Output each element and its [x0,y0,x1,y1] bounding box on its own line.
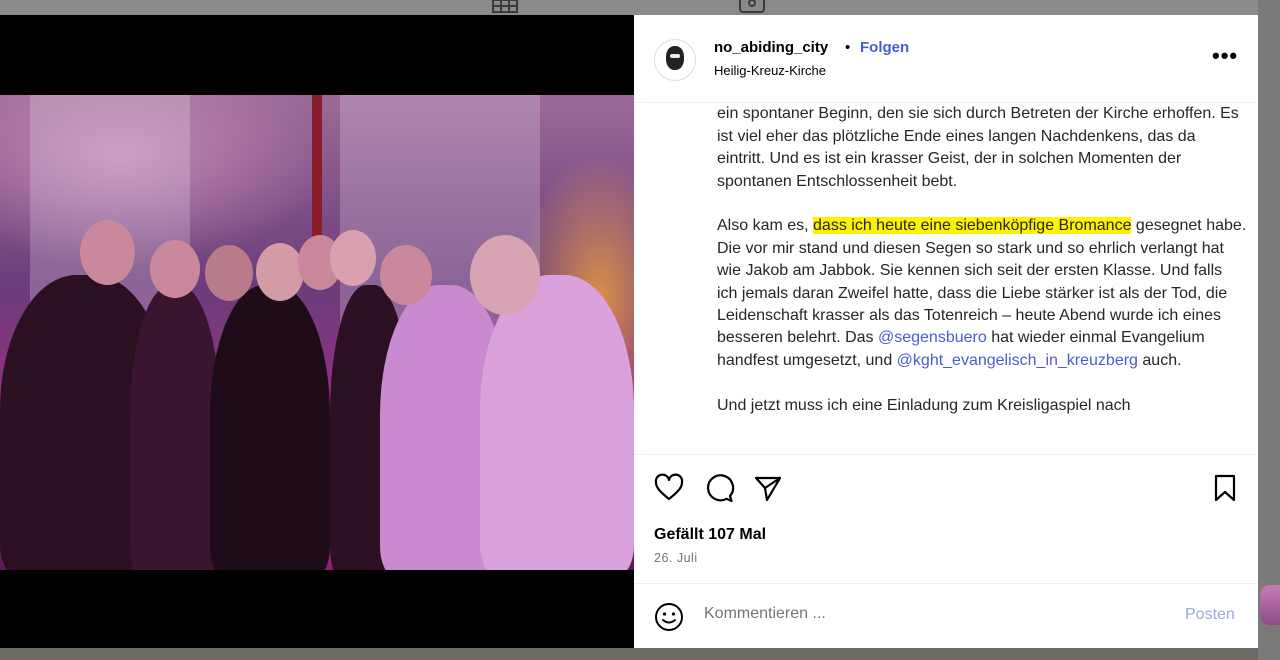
username-link[interactable]: no_abiding_city [714,39,828,56]
post-caption: einer Kirche vorbeilaufen, wo spontane T… [717,85,1247,453]
post-date: 26. Juli [654,551,698,565]
comment-icon[interactable] [703,472,735,504]
share-icon[interactable] [752,472,784,504]
location-link[interactable]: Heilig-Kreuz-Kirche [714,63,826,78]
actions-divider [634,454,1258,455]
post-info-panel: no_abiding_city • Folgen Heilig-Kreuz-Ki… [634,15,1258,648]
background-page-right [1258,0,1280,660]
comment-row: Posten [634,584,1258,648]
post-media[interactable] [0,15,634,648]
caption-paragraph: Und jetzt muss ich eine Einladung zum Kr… [717,396,1131,414]
more-options-button[interactable]: ••• [1212,45,1238,67]
avatar[interactable] [654,39,696,81]
likes-count[interactable]: Gefällt 107 Mal [654,526,766,544]
background-thumbnail [1260,585,1280,625]
bookmark-icon[interactable] [1209,472,1241,504]
background-page-top [0,0,1280,16]
post-photo [0,95,634,570]
separator-dot: • [845,39,851,56]
tagged-icon [739,0,765,13]
background-page-bottom [0,648,1280,660]
comment-input[interactable] [704,605,1144,623]
mention-link[interactable]: @segensbuero [878,329,987,346]
caption-text: gesegnet habe. Die vor mir stand und die… [717,217,1247,347]
emoji-icon[interactable] [654,602,684,632]
mention-link[interactable]: @kght_evangelisch_in_kreuzberg [897,352,1138,369]
caption-text: Also kam es, [717,217,814,235]
post-header: no_abiding_city • Folgen Heilig-Kreuz-Ki… [634,15,1258,103]
post-comment-button[interactable]: Posten [1185,606,1235,624]
follow-button[interactable]: Folgen [860,39,909,56]
highlighted-text: dass ich heute eine siebenköpfige Broman… [813,217,1132,235]
caption-paragraph: Also kam es, dass ich heute eine siebenk… [717,215,1247,372]
caption-text: auch. [1137,351,1182,369]
grid-icon [492,0,518,13]
heart-icon[interactable] [653,472,685,504]
